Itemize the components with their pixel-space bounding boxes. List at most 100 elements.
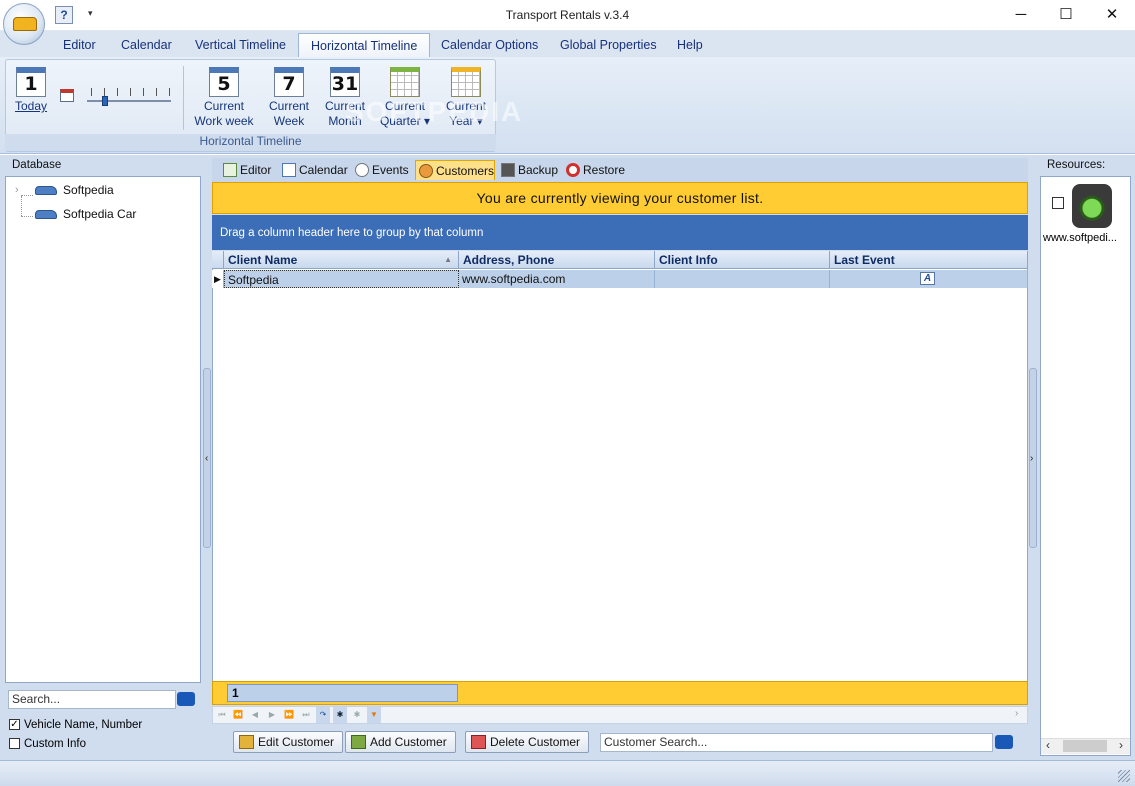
customers-icon (419, 164, 433, 178)
next-page-button[interactable]: ⏩ (282, 707, 296, 723)
calendar-day-icon: 1 (16, 67, 46, 97)
today-button[interactable]: 1 Today (11, 67, 51, 114)
tab-horizontal-timeline[interactable]: Horizontal Timeline (298, 33, 431, 58)
tab-help[interactable]: Help (665, 33, 715, 58)
tab-vertical-timeline[interactable]: Vertical Timeline (183, 33, 298, 58)
small-calendar-icon[interactable] (60, 89, 74, 102)
cell-client-info[interactable] (655, 270, 830, 288)
custom-info-checkbox[interactable]: Custom Info (9, 738, 86, 750)
content-tab-calendar[interactable]: Calendar (279, 160, 348, 180)
tab-calendar-options[interactable]: Calendar Options (429, 33, 550, 58)
scroll-left-icon[interactable]: ‹ (1046, 738, 1050, 752)
prev-page-button[interactable]: ⏪ (231, 707, 245, 723)
tree-item-label: Softpedia Car (63, 207, 137, 221)
insert-record-button[interactable]: ✱ (333, 707, 347, 723)
content-tab-events[interactable]: Events (352, 160, 412, 180)
navigator-scroll-icon[interactable]: › (1015, 708, 1018, 719)
traffic-light-icon (1072, 184, 1112, 228)
content-tab-editor[interactable]: Editor (220, 160, 275, 180)
status-bar (0, 760, 1135, 786)
tab-global-properties[interactable]: Global Properties (548, 33, 669, 58)
car-icon (13, 17, 37, 31)
tab-calendar[interactable]: Calendar (109, 33, 184, 58)
close-button[interactable]: ✕ (1089, 0, 1135, 31)
column-header-address-phone[interactable]: Address, Phone (459, 251, 655, 269)
tree-item-label: Softpedia (63, 183, 114, 197)
car-icon (35, 210, 57, 220)
collapse-right-icon[interactable]: › (1030, 453, 1033, 464)
maximize-button[interactable]: ☐ (1043, 0, 1089, 31)
watermark: SOFTPEDIA (345, 96, 524, 127)
edit-customer-button[interactable]: Edit Customer (233, 731, 344, 753)
ribbon-group-label: Horizontal Timeline (5, 134, 496, 151)
column-header-client-info[interactable]: Client Info (655, 251, 830, 269)
event-note-icon[interactable]: A (920, 272, 935, 285)
edit-icon (239, 735, 254, 749)
cell-client-name[interactable]: Softpedia (224, 270, 459, 288)
append-record-button[interactable]: ✱ (350, 707, 364, 723)
current-week-button[interactable]: 7 Current Week (263, 67, 315, 129)
database-search-input[interactable]: Search... (8, 690, 176, 709)
search-binoculars-icon[interactable] (177, 692, 195, 706)
car-icon (35, 186, 57, 196)
vehicle-name-checkbox[interactable]: ✓ Vehicle Name, Number (9, 719, 142, 731)
button-label: Current (203, 99, 244, 113)
content-tab-restore[interactable]: Restore (563, 160, 629, 180)
collapse-left-icon[interactable]: ‹ (205, 453, 208, 464)
ribbon-separator (183, 66, 184, 130)
column-header-last-event[interactable]: Last Event (830, 251, 1028, 269)
resource-label[interactable]: www.softpedi... (1043, 232, 1129, 244)
customer-grid (212, 251, 1028, 681)
current-work-week-button[interactable]: 5 Current Work week (191, 67, 257, 129)
filter-button[interactable]: ▼ (367, 707, 381, 723)
group-by-panel[interactable]: Drag a column header here to group by th… (212, 215, 1028, 250)
content-tab-customers[interactable]: Customers (415, 160, 495, 180)
cell-address-phone[interactable]: www.softpedia.com (459, 270, 655, 288)
minimize-button[interactable]: ─ (998, 0, 1044, 31)
button-label: Work week (194, 114, 254, 128)
delete-customer-button[interactable]: Delete Customer (465, 731, 590, 753)
resources-scroll-thumb[interactable] (1063, 740, 1107, 752)
app-menu-button[interactable] (3, 3, 45, 45)
tree-expand-icon[interactable]: › (15, 184, 19, 196)
backup-icon (501, 163, 515, 177)
customer-search-input[interactable]: Customer Search... (600, 733, 993, 752)
checkbox-checked-icon: ✓ (9, 719, 20, 731)
button-label: Current (268, 99, 309, 113)
column-header-client-name[interactable]: Client Name ▲ (224, 251, 459, 269)
zoom-slider-thumb[interactable] (102, 96, 108, 106)
first-record-button[interactable]: ⏮ (215, 707, 229, 723)
tree-line (21, 195, 33, 196)
window-title: Transport Rentals v.3.4 (505, 8, 630, 22)
zoom-slider[interactable] (87, 100, 171, 102)
record-count: 1 (227, 684, 458, 702)
add-customer-button[interactable]: Add Customer (345, 731, 456, 753)
next-record-button[interactable]: ▶ (265, 707, 279, 723)
sort-ascending-icon: ▲ (444, 255, 452, 264)
today-label: Today (14, 99, 48, 113)
column-header-label: Client Name (228, 253, 298, 267)
tree-item-softpedia[interactable]: Softpedia (35, 183, 114, 197)
calendar-week-icon: 7 (274, 67, 304, 97)
checkbox-icon (9, 738, 20, 750)
resize-grip-icon[interactable] (1118, 770, 1130, 782)
content-tab-backup[interactable]: Backup (498, 160, 558, 180)
view-banner: You are currently viewing your customer … (212, 182, 1028, 214)
tree-line (21, 216, 33, 217)
last-record-button[interactable]: ⏭ (299, 707, 313, 723)
row-selected-indicator-icon[interactable]: ▶ (212, 270, 224, 288)
tab-editor[interactable]: Editor (51, 33, 108, 58)
refresh-button[interactable]: ↷ (316, 707, 330, 723)
database-panel-title: Database (12, 159, 62, 171)
prev-record-button[interactable]: ◀ (248, 707, 262, 723)
quarter-grid-icon (390, 67, 420, 97)
row-indicator-header (212, 251, 224, 269)
resources-panel-title: Resources: (1047, 159, 1106, 171)
tree-item-softpedia-car[interactable]: Softpedia Car (35, 207, 136, 221)
year-grid-icon (451, 67, 481, 97)
scroll-right-icon[interactable]: › (1119, 738, 1123, 752)
tree-line (21, 196, 22, 216)
resource-checkbox[interactable] (1052, 197, 1064, 209)
delete-icon (471, 735, 486, 749)
customer-search-binoculars-icon[interactable] (995, 735, 1013, 749)
